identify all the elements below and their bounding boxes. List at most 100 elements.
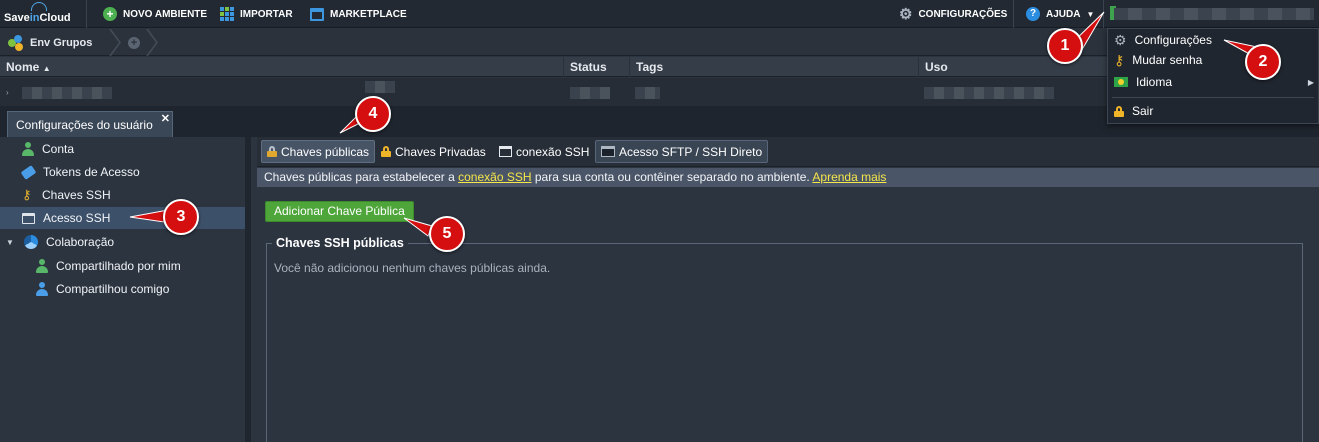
marketplace-button[interactable]: MARKETPLACE [310, 0, 407, 28]
sidebar-item-shared-by-me[interactable]: Compartilhado por mim [36, 255, 181, 277]
sidebar-item-account[interactable]: Conta [22, 138, 74, 160]
sidebar-item-ssh-keys[interactable]: ⚷ Chaves SSH [22, 184, 111, 206]
breadcrumb-add-button[interactable]: + [128, 29, 140, 56]
tab-public-keys[interactable]: Chaves públicas [261, 140, 376, 163]
callout-3: 3 [163, 199, 199, 235]
top-toolbar: SaveinCloud + NOVO AMBIENTE IMPORTAR MAR… [0, 0, 1319, 28]
callout-2: 2 [1245, 44, 1281, 80]
environments-grid-header: Nome ▲ Status Tags Uso [0, 57, 1107, 77]
lock-icon [267, 146, 277, 157]
user-account-button[interactable] [1114, 8, 1314, 20]
new-environment-button[interactable]: + NOVO AMBIENTE [103, 0, 207, 28]
info-text: Chaves públicas para estabelecer a [264, 170, 459, 184]
breadcrumb-env-groups-label: Env Grupos [30, 36, 93, 49]
import-icon [220, 7, 234, 21]
sidebar-item-collaboration[interactable]: ▼ Colaboração [6, 231, 114, 253]
sidebar-item-access-tokens[interactable]: Tokens de Acesso [20, 161, 140, 183]
toolbar-divider [1013, 0, 1014, 28]
menu-item-label: Mudar senha [1132, 53, 1203, 67]
import-label: IMPORTAR [240, 8, 293, 20]
chevron-right-icon: ▶ [1307, 77, 1314, 87]
callout-4: 4 [355, 96, 391, 132]
info-bar: Chaves públicas para estabelecer a conex… [257, 168, 1319, 187]
console-icon [601, 146, 615, 157]
tab-ssh-connection[interactable]: conexão SSH [493, 140, 595, 163]
sidebar-item-shared-with-me[interactable]: Compartilhou comigo [36, 278, 169, 300]
redacted-tags [635, 87, 660, 99]
app-logo[interactable]: SaveinCloud [4, 2, 74, 26]
settings-button[interactable]: ⚙ CONFIGURAÇÕES [899, 0, 1007, 28]
toolbar-divider [86, 0, 87, 28]
sidebar-item-label: Chaves SSH [42, 188, 111, 202]
close-icon[interactable]: ✕ [161, 112, 170, 125]
column-header-name[interactable]: Nome ▲ [0, 57, 563, 77]
plus-icon: + [103, 7, 117, 21]
tab-label: Chaves públicas [281, 144, 370, 159]
add-circle-icon: + [128, 36, 140, 49]
menu-item-change-password[interactable]: ⚷ Mudar senha [1114, 50, 1314, 70]
ssh-connection-link[interactable]: conexão SSH [458, 170, 531, 184]
tab-label: Acesso SFTP / SSH Direto [619, 144, 763, 159]
ssh-access-panel: Chaves públicas Chaves Privadas conexão … [257, 137, 1319, 442]
menu-item-logout[interactable]: Sair [1114, 101, 1314, 121]
gear-icon: ⚙ [1114, 31, 1127, 48]
flag-icon [1114, 77, 1128, 87]
terminal-icon [22, 212, 35, 224]
ssh-subtabs: Chaves públicas Chaves Privadas conexão … [257, 137, 1319, 167]
lock-icon [1114, 105, 1124, 117]
token-icon [20, 164, 37, 180]
tab-sftp-direct-access[interactable]: Acesso SFTP / SSH Direto [595, 140, 769, 163]
user-icon [36, 282, 48, 296]
column-header-usage[interactable]: Uso [918, 57, 1107, 77]
lock-icon [381, 146, 391, 157]
import-button[interactable]: IMPORTAR [220, 0, 293, 28]
menu-item-label: Idioma [1136, 75, 1173, 89]
tab-user-settings-label: Configurações do usuário [16, 118, 153, 132]
table-row[interactable]: › [0, 78, 1107, 106]
help-button[interactable]: ? AJUDA ▼ [1026, 0, 1094, 28]
breadcrumb-separator [146, 29, 158, 56]
settings-sidebar: Conta Tokens de Acesso ⚷ Chaves SSH Aces… [0, 137, 251, 442]
section-title: Chaves SSH públicas [272, 236, 408, 250]
cloud-logo-icon [31, 2, 47, 11]
column-header-tags[interactable]: Tags [629, 57, 918, 77]
tab-private-keys[interactable]: Chaves Privadas [375, 140, 492, 163]
key-icon: ⚷ [1114, 51, 1125, 68]
sidebar-item-label: Compartilhou comigo [56, 282, 170, 296]
callout-1: 1 [1047, 28, 1083, 64]
env-groups-icon [8, 34, 24, 51]
redacted-status [570, 87, 610, 99]
help-icon: ? [1026, 7, 1040, 21]
empty-state-text: Você não adicionou nenhum chaves pública… [274, 261, 551, 275]
menu-item-language[interactable]: Idioma ▶ [1114, 72, 1314, 92]
breadcrumb-env-groups[interactable]: Env Grupos [8, 29, 92, 56]
shared-icon [36, 259, 48, 273]
tab-user-settings[interactable]: Configurações do usuário ✕ [7, 111, 173, 137]
marketplace-label: MARKETPLACE [330, 8, 407, 20]
redacted-usage [924, 87, 1054, 99]
sidebar-item-ssh-access[interactable]: Acesso SSH [0, 207, 245, 229]
marketplace-icon [310, 7, 324, 21]
sidebar-item-label: Compartilhado por mim [56, 259, 181, 273]
column-header-status[interactable]: Status [563, 57, 629, 77]
info-text: para sua conta ou contêiner separado no … [531, 170, 813, 184]
sidebar-item-label: Tokens de Acesso [43, 165, 140, 179]
tab-label: conexão SSH [516, 144, 590, 159]
chevron-right-icon: › [6, 88, 9, 97]
redacted-env-name [22, 87, 112, 99]
key-icon: ⚷ [22, 187, 32, 202]
sidebar-item-label: Colaboração [46, 235, 115, 249]
terminal-icon [499, 146, 512, 157]
menu-item-settings[interactable]: ⚙ Configurações [1114, 30, 1314, 50]
chevron-down-icon[interactable]: ▼ [6, 238, 16, 247]
new-environment-label: NOVO AMBIENTE [123, 8, 208, 20]
settings-label: CONFIGURAÇÕES [918, 8, 1008, 20]
learn-more-link[interactable]: Aprenda mais [812, 170, 886, 184]
menu-divider [1112, 97, 1314, 98]
menu-item-label: Sair [1132, 104, 1154, 118]
add-public-key-button[interactable]: Adicionar Chave Pública [265, 201, 414, 222]
sidebar-item-label: Acesso SSH [43, 211, 111, 225]
user-dropdown-menu: ⚙ Configurações ⚷ Mudar senha Idioma ▶ S… [1107, 28, 1319, 124]
sort-ascending-icon: ▲ [42, 64, 51, 73]
collaboration-icon [24, 235, 38, 249]
